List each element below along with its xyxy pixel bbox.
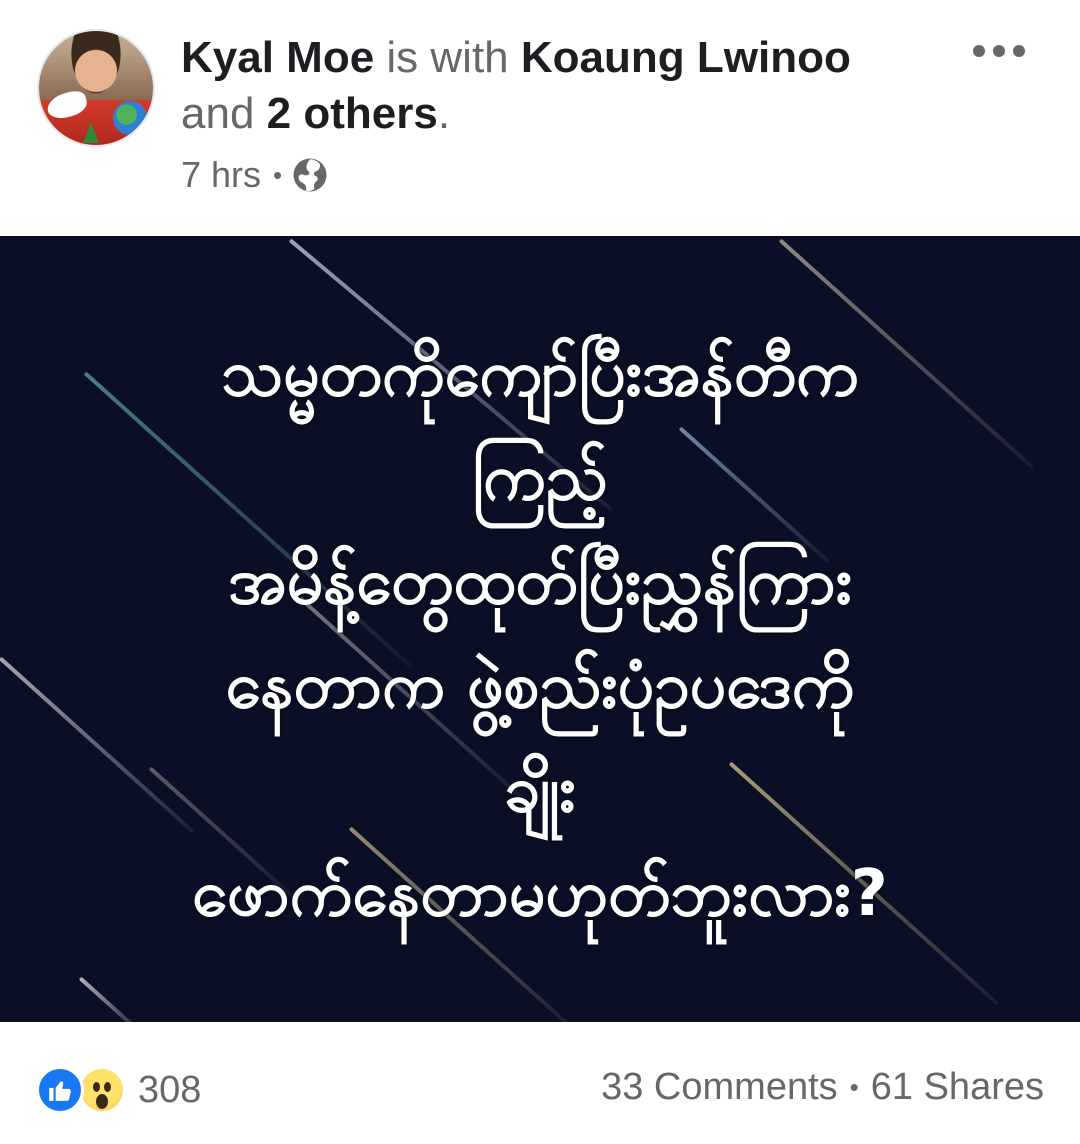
tagged-friend-name[interactable]: Koaung Lwinoo	[521, 33, 851, 82]
stats-separator: •	[849, 1072, 859, 1102]
post-meta: 7 hrs •	[181, 152, 328, 198]
like-icon	[36, 1066, 84, 1114]
period: .	[437, 89, 451, 138]
earth-icon	[113, 101, 147, 135]
timestamp[interactable]: 7 hrs	[181, 154, 261, 196]
post-header: Kyal Moe is with Koaung Lwinoo and 2 oth…	[181, 30, 921, 142]
caption-line: ဖောက်နေတာမဟုတ်ဘူးလား?	[192, 857, 888, 931]
dot	[993, 45, 1005, 57]
wow-eye	[104, 1082, 111, 1092]
comments-count[interactable]: 33 Comments	[601, 1066, 838, 1109]
reactions-summary[interactable]: 308	[36, 1066, 201, 1114]
caption-line: သမ္မတကိုကျော်ပြီးအန်တီက	[221, 337, 859, 411]
wow-eye	[93, 1082, 100, 1092]
tree-icon	[83, 123, 99, 143]
avatar[interactable]	[37, 29, 155, 147]
wow-icon	[78, 1066, 126, 1114]
dot	[973, 45, 985, 57]
globe-icon[interactable]	[292, 157, 328, 193]
wow-mouth	[96, 1094, 108, 1109]
facebook-post: Kyal Moe is with Koaung Lwinoo and 2 oth…	[0, 0, 1080, 1144]
dot	[1013, 45, 1025, 57]
caption-line: အမိန့်တွေထုတ်ပြီးညွှန်ကြား	[227, 545, 853, 619]
post-footer: 308 33 Comments • 61 Shares	[0, 1022, 1080, 1144]
engagement-stats: 33 Comments • 61 Shares	[601, 1066, 1044, 1109]
author-name[interactable]: Kyal Moe	[181, 33, 374, 82]
others-link[interactable]: 2 others	[267, 89, 438, 138]
and-text: and	[181, 89, 255, 138]
post-image[interactable]: သမ္မတကိုကျော်ပြီးအန်တီက ကြည့် အမိန့်တွေထ…	[0, 236, 1080, 1022]
dove-icon	[44, 88, 90, 122]
reaction-count[interactable]: 308	[138, 1069, 201, 1112]
image-caption: သမ္မတကိုကျော်ပြီးအန်တီက ကြည့် အမိန့်တွေထ…	[0, 236, 1080, 1022]
more-options-icon[interactable]	[973, 36, 1025, 66]
with-text: is with	[386, 33, 509, 82]
shares-count[interactable]: 61 Shares	[871, 1066, 1044, 1109]
caption-line: ကြည့်	[472, 441, 608, 515]
meta-separator: •	[273, 159, 283, 190]
caption-line: နေတာက ဖွဲ့စည်းပုံဥပဒေကို	[225, 649, 855, 723]
caption-line: ချိုး	[504, 753, 576, 827]
